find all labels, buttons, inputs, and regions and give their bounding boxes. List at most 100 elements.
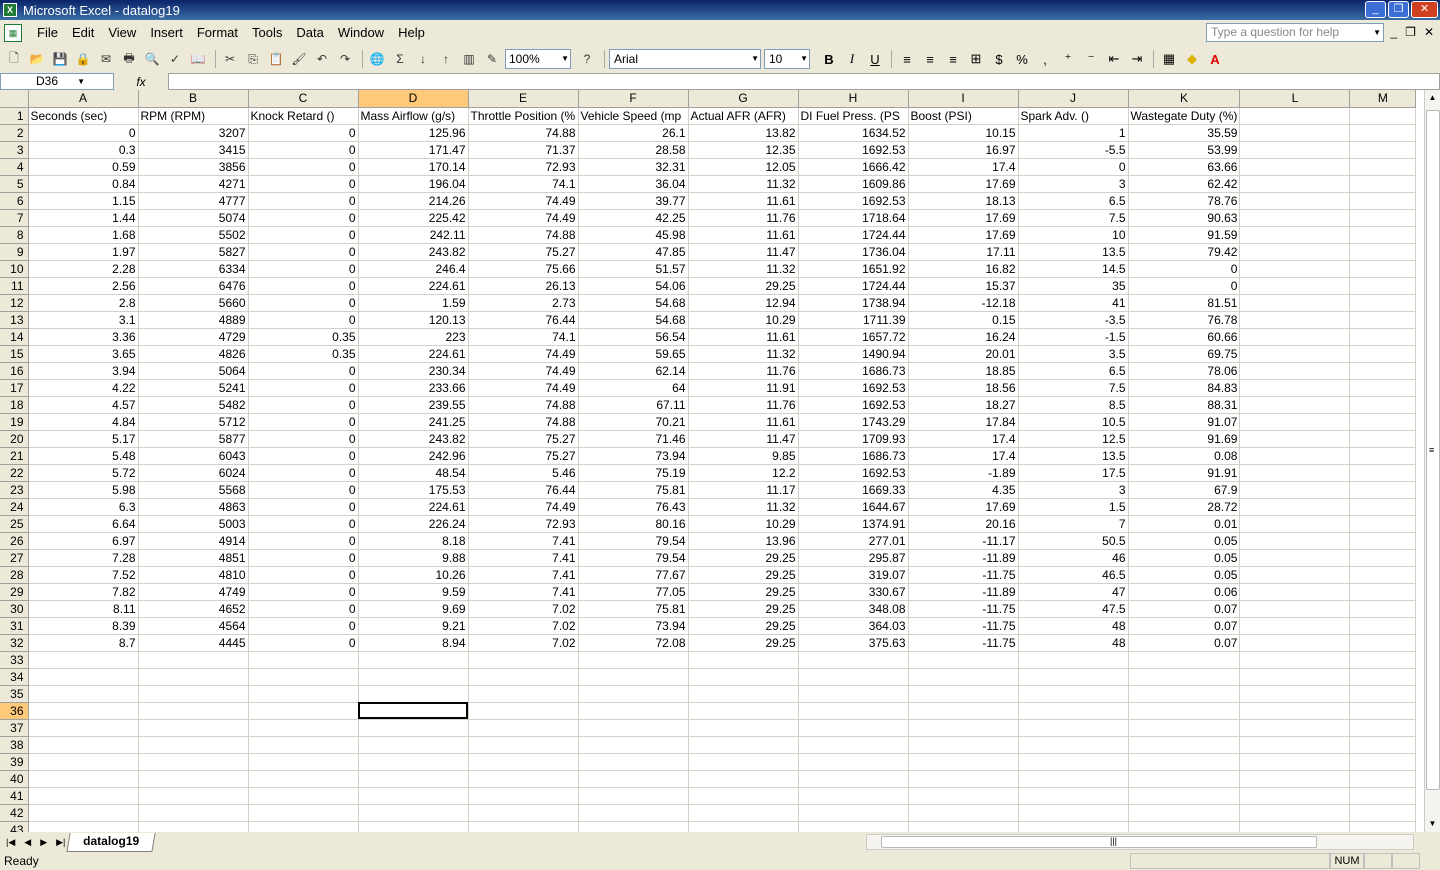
- cell[interactable]: 79.54: [578, 532, 689, 550]
- permission-icon[interactable]: 🔒: [73, 49, 93, 69]
- cell[interactable]: [1239, 447, 1351, 465]
- cell[interactable]: [798, 651, 909, 669]
- cell[interactable]: 17.69: [908, 209, 1019, 227]
- new-icon[interactable]: 🗋: [4, 49, 24, 69]
- row-header[interactable]: 41: [0, 787, 29, 805]
- cell[interactable]: 5502: [138, 226, 249, 244]
- row-header[interactable]: 9: [0, 243, 29, 261]
- cell[interactable]: [578, 753, 689, 771]
- cell[interactable]: 17.11: [908, 243, 1019, 261]
- cell[interactable]: 4914: [138, 532, 249, 550]
- cell[interactable]: 11.47: [688, 430, 799, 448]
- cell[interactable]: -11.17: [908, 532, 1019, 550]
- cell[interactable]: 1724.44: [798, 226, 909, 244]
- cell[interactable]: 0.01: [1128, 515, 1241, 533]
- cell[interactable]: 5712: [138, 413, 249, 431]
- row-header[interactable]: 28: [0, 566, 29, 584]
- cell[interactable]: [138, 821, 249, 832]
- vertical-scrollbar[interactable]: ▲ ≡ ▼: [1424, 90, 1440, 832]
- cell[interactable]: [138, 719, 249, 737]
- cell[interactable]: [28, 702, 139, 720]
- cell[interactable]: 0: [248, 192, 359, 210]
- cell[interactable]: 3: [1018, 481, 1129, 499]
- cell[interactable]: [1018, 651, 1129, 669]
- row-header[interactable]: 19: [0, 413, 29, 431]
- cell[interactable]: [1349, 821, 1417, 832]
- cell[interactable]: [798, 787, 909, 805]
- cell[interactable]: 364.03: [798, 617, 909, 635]
- cell[interactable]: 59.65: [578, 345, 689, 363]
- redo-icon[interactable]: ↷: [335, 49, 355, 69]
- cell[interactable]: 71.37: [468, 141, 579, 159]
- cell[interactable]: 6334: [138, 260, 249, 278]
- cell[interactable]: [358, 753, 469, 771]
- cell[interactable]: [1349, 209, 1417, 227]
- cell[interactable]: 0.35: [248, 328, 359, 346]
- cell[interactable]: [1239, 141, 1351, 159]
- cell[interactable]: 35: [1018, 277, 1129, 295]
- cell[interactable]: [1349, 481, 1417, 499]
- cell[interactable]: [1239, 549, 1351, 567]
- cell[interactable]: 17.4: [908, 158, 1019, 176]
- insert-function-icon[interactable]: fx: [114, 75, 168, 89]
- cell[interactable]: 74.1: [468, 328, 579, 346]
- cell[interactable]: 348.08: [798, 600, 909, 618]
- borders-icon[interactable]: ▦: [1158, 49, 1180, 69]
- align-right-icon[interactable]: ≡: [942, 49, 964, 69]
- cell[interactable]: 1.59: [358, 294, 469, 312]
- cell[interactable]: 6.64: [28, 515, 139, 533]
- cell[interactable]: 29.25: [688, 566, 799, 584]
- cell[interactable]: 11.32: [688, 175, 799, 193]
- cell[interactable]: 73.94: [578, 447, 689, 465]
- cell[interactable]: [28, 787, 139, 805]
- cell[interactable]: 26.13: [468, 277, 579, 295]
- cell[interactable]: [138, 804, 249, 822]
- cell[interactable]: [1349, 447, 1417, 465]
- row-header[interactable]: 5: [0, 175, 29, 193]
- cell[interactable]: [578, 787, 689, 805]
- cell[interactable]: 74.49: [468, 362, 579, 380]
- cell[interactable]: -11.75: [908, 634, 1019, 652]
- cell[interactable]: 11.61: [688, 226, 799, 244]
- percent-icon[interactable]: %: [1011, 49, 1033, 69]
- cell[interactable]: 0: [248, 396, 359, 414]
- cell[interactable]: 91.69: [1128, 430, 1241, 448]
- cell[interactable]: 17.4: [908, 447, 1019, 465]
- cell[interactable]: -11.75: [908, 566, 1019, 584]
- row-header[interactable]: 16: [0, 362, 29, 380]
- cell[interactable]: [1349, 532, 1417, 550]
- cell[interactable]: 1709.93: [798, 430, 909, 448]
- row-header[interactable]: 39: [0, 753, 29, 771]
- cell[interactable]: 120.13: [358, 311, 469, 329]
- cell[interactable]: 70.21: [578, 413, 689, 431]
- cell[interactable]: 1609.86: [798, 175, 909, 193]
- cell[interactable]: 4777: [138, 192, 249, 210]
- row-header[interactable]: 8: [0, 226, 29, 244]
- cell[interactable]: 1724.44: [798, 277, 909, 295]
- cell[interactable]: 241.25: [358, 413, 469, 431]
- select-all-corner[interactable]: [0, 90, 29, 108]
- cell[interactable]: 1.68: [28, 226, 139, 244]
- cell[interactable]: 74.88: [468, 124, 579, 142]
- row-header[interactable]: 12: [0, 294, 29, 312]
- cell[interactable]: [1018, 821, 1129, 832]
- cell[interactable]: [1128, 668, 1241, 686]
- cell[interactable]: [248, 804, 359, 822]
- cell[interactable]: 12.5: [1018, 430, 1129, 448]
- cell[interactable]: [908, 753, 1019, 771]
- cell[interactable]: 69.75: [1128, 345, 1241, 363]
- cell[interactable]: 74.1: [468, 175, 579, 193]
- cell[interactable]: [1239, 566, 1351, 584]
- cell[interactable]: [1239, 481, 1351, 499]
- cell[interactable]: 76.43: [578, 498, 689, 516]
- decrease-decimal-icon[interactable]: ⁻: [1080, 49, 1102, 69]
- cell[interactable]: [1349, 736, 1417, 754]
- row-header[interactable]: 32: [0, 634, 29, 652]
- cell[interactable]: 171.47: [358, 141, 469, 159]
- cell[interactable]: [1239, 498, 1351, 516]
- cell[interactable]: 77.67: [578, 566, 689, 584]
- cell[interactable]: 5.98: [28, 481, 139, 499]
- cell[interactable]: 0.07: [1128, 600, 1241, 618]
- cell[interactable]: [468, 668, 579, 686]
- cell[interactable]: [1239, 821, 1351, 832]
